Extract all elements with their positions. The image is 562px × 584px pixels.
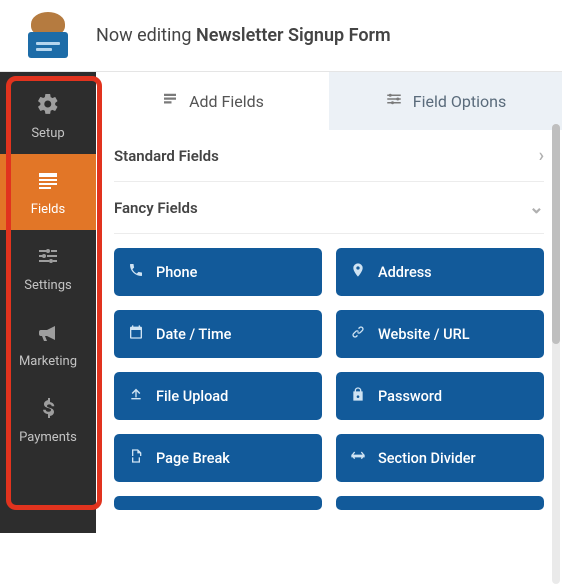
section-standard-fields[interactable]: Standard Fields › [114,130,544,182]
sidebar-item-label: Payments [19,430,77,445]
phone-icon [128,262,144,282]
form-icon [36,168,60,196]
field-file-upload[interactable]: File Upload [114,372,322,420]
scrollbar-thumb[interactable] [552,124,560,344]
sliders-icon [36,244,60,272]
form-name: Newsletter Signup Form [196,25,391,46]
link-icon [350,324,366,344]
upload-icon [128,386,144,406]
sidebar-item-setup[interactable]: Setup [0,78,96,154]
tab-label: Field Options [413,92,506,111]
field-label: File Upload [156,388,228,405]
sidebar-item-payments[interactable]: Payments [0,382,96,458]
page-break-icon [128,448,144,468]
divider-icon [350,448,366,468]
sidebar-item-label: Settings [24,278,71,293]
field-label: Date / Time [156,326,231,343]
options-icon [385,90,403,112]
field-website-url[interactable]: Website / URL [336,310,544,358]
field-partial[interactable] [114,496,322,510]
tab-label: Add Fields [189,92,264,111]
sidebar-item-label: Marketing [19,354,77,369]
sidebar-item-marketing[interactable]: Marketing [0,306,96,382]
field-label: Page Break [156,450,230,467]
lock-icon [350,386,366,406]
sidebar-item-fields[interactable]: Fields [0,154,96,230]
sidebar: Setup Fields Settings Marketing Payments [0,72,96,533]
add-field-icon [161,90,179,112]
megaphone-icon [36,320,60,348]
sidebar-item-label: Setup [31,126,64,141]
dollar-icon [36,396,60,424]
field-label: Password [378,388,442,405]
chevron-right-icon: › [539,145,544,166]
field-password[interactable]: Password [336,372,544,420]
field-date-time[interactable]: Date / Time [114,310,322,358]
section-label: Standard Fields [114,147,219,165]
field-address[interactable]: Address [336,248,544,296]
field-page-break[interactable]: Page Break [114,434,322,482]
content-area: Add Fields Field Options Standard Fields… [96,72,562,533]
location-pin-icon [350,262,366,282]
chevron-down-icon: ⌄ [529,197,544,218]
sidebar-item-label: Fields [31,202,65,217]
sidebar-item-settings[interactable]: Settings [0,230,96,306]
calendar-icon [128,324,144,344]
field-partial[interactable] [336,496,544,510]
field-label: Phone [156,264,197,281]
field-section-divider[interactable]: Section Divider [336,434,544,482]
tab-field-options[interactable]: Field Options [329,72,562,130]
page-title: Now editing Newsletter Signup Form [96,25,391,46]
section-fancy-fields[interactable]: Fancy Fields ⌄ [114,182,544,234]
field-label: Section Divider [378,450,476,467]
field-phone[interactable]: Phone [114,248,322,296]
app-logo [0,0,96,72]
field-label: Address [378,264,432,281]
tab-add-fields[interactable]: Add Fields [96,72,329,130]
section-label: Fancy Fields [114,199,198,217]
title-prefix: Now editing [96,25,196,46]
fancy-fields-grid: Phone Address Date / Time Website / URL [114,234,544,530]
gear-icon [36,92,60,120]
top-bar: Now editing Newsletter Signup Form [0,0,562,72]
scrollbar[interactable] [552,124,560,584]
tabs: Add Fields Field Options [96,72,562,130]
field-label: Website / URL [378,326,470,343]
